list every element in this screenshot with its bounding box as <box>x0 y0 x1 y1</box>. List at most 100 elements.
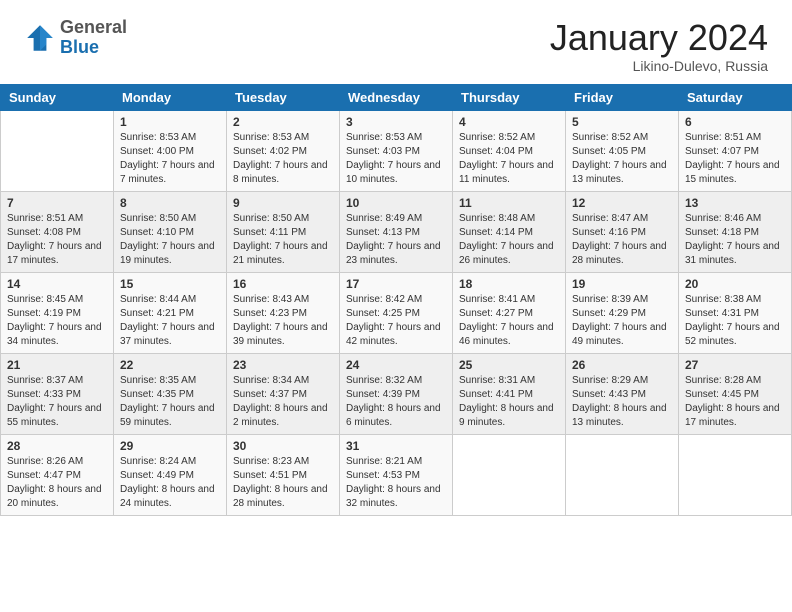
calendar-cell <box>566 434 679 515</box>
day-number: 6 <box>685 115 785 129</box>
day-info: Sunrise: 8:21 AMSunset: 4:53 PMDaylight:… <box>346 455 446 511</box>
calendar-cell: 4 Sunrise: 8:52 AMSunset: 4:04 PMDaylight… <box>453 110 566 191</box>
calendar-day-header: Saturday <box>679 84 792 110</box>
day-info: Sunrise: 8:23 AMSunset: 4:51 PMDaylight:… <box>233 455 333 511</box>
day-info: Sunrise: 8:52 AMSunset: 4:05 PMDaylight:… <box>572 131 672 187</box>
day-number: 11 <box>459 196 559 210</box>
day-info: Sunrise: 8:29 AMSunset: 4:43 PMDaylight:… <box>572 374 672 430</box>
day-number: 16 <box>233 277 333 291</box>
logo-general: General <box>60 18 127 38</box>
calendar-cell <box>1 110 114 191</box>
day-info: Sunrise: 8:45 AMSunset: 4:19 PMDaylight:… <box>7 293 107 349</box>
calendar-cell: 3Sunrise: 8:53 AMSunset: 4:03 PMDaylight… <box>340 110 453 191</box>
calendar-cell: 24 Sunrise: 8:32 AMSunset: 4:39 PMDayligh… <box>340 353 453 434</box>
calendar-week-row: 14 Sunrise: 8:45 AMSunset: 4:19 PMDayligh… <box>1 272 792 353</box>
day-number: 14 <box>7 277 107 291</box>
day-number: 5 <box>572 115 672 129</box>
calendar-cell: 9Sunrise: 8:50 AMSunset: 4:11 PMDaylight… <box>227 191 340 272</box>
day-number: 4 <box>459 115 559 129</box>
calendar-cell: 29 Sunrise: 8:24 AMSunset: 4:49 PMDayligh… <box>114 434 227 515</box>
day-number: 24 <box>346 358 446 372</box>
calendar-day-header: Tuesday <box>227 84 340 110</box>
calendar-cell: 20Sunrise: 8:38 AMSunset: 4:31 PMDayligh… <box>679 272 792 353</box>
day-info: Sunrise: 8:53 AMSunset: 4:03 PMDaylight:… <box>346 131 446 187</box>
calendar-day-header: Wednesday <box>340 84 453 110</box>
day-info: Sunrise: 8:35 AMSunset: 4:35 PMDaylight:… <box>120 374 220 430</box>
day-number: 12 <box>572 196 672 210</box>
day-number: 2 <box>233 115 333 129</box>
day-number: 29 <box>120 439 220 453</box>
calendar-week-row: 21 Sunrise: 8:37 AMSunset: 4:33 PMDayligh… <box>1 353 792 434</box>
day-info: Sunrise: 8:26 AMSunset: 4:47 PMDaylight:… <box>7 455 107 511</box>
logo: General Blue <box>24 18 127 58</box>
calendar-cell: 5 Sunrise: 8:52 AMSunset: 4:05 PMDaylight… <box>566 110 679 191</box>
day-number: 1 <box>120 115 220 129</box>
day-info: Sunrise: 8:32 AMSunset: 4:39 PMDaylight:… <box>346 374 446 430</box>
logo-text: General Blue <box>60 18 127 58</box>
calendar-cell: 19Sunrise: 8:39 AMSunset: 4:29 PMDayligh… <box>566 272 679 353</box>
day-info: Sunrise: 8:43 AMSunset: 4:23 PMDaylight:… <box>233 293 333 349</box>
page: General Blue January 2024 Likino-Dulevo,… <box>0 0 792 612</box>
day-number: 28 <box>7 439 107 453</box>
calendar-week-row: 28 Sunrise: 8:26 AMSunset: 4:47 PMDayligh… <box>1 434 792 515</box>
day-info: Sunrise: 8:31 AMSunset: 4:41 PMDaylight:… <box>459 374 559 430</box>
calendar-cell: 8Sunrise: 8:50 AMSunset: 4:10 PMDaylight… <box>114 191 227 272</box>
month-title: January 2024 <box>550 18 768 58</box>
calendar-cell <box>453 434 566 515</box>
day-info: Sunrise: 8:24 AMSunset: 4:49 PMDaylight:… <box>120 455 220 511</box>
day-info: Sunrise: 8:47 AMSunset: 4:16 PMDaylight:… <box>572 212 672 268</box>
day-info: Sunrise: 8:28 AMSunset: 4:45 PMDaylight:… <box>685 374 785 430</box>
logo-icon <box>24 22 56 54</box>
day-number: 22 <box>120 358 220 372</box>
calendar-day-header: Friday <box>566 84 679 110</box>
calendar-cell: 1 Sunrise: 8:53 AMSunset: 4:00 PMDaylight… <box>114 110 227 191</box>
day-number: 21 <box>7 358 107 372</box>
day-info: Sunrise: 8:41 AMSunset: 4:27 PMDaylight:… <box>459 293 559 349</box>
calendar-cell: 25 Sunrise: 8:31 AMSunset: 4:41 PMDayligh… <box>453 353 566 434</box>
day-info: Sunrise: 8:53 AMSunset: 4:00 PMDaylight:… <box>120 131 220 187</box>
calendar-cell: 13 Sunrise: 8:46 AMSunset: 4:18 PMDayligh… <box>679 191 792 272</box>
day-info: Sunrise: 8:51 AMSunset: 4:08 PMDaylight:… <box>7 212 107 268</box>
title-area: January 2024 Likino-Dulevo, Russia <box>550 18 768 74</box>
day-number: 13 <box>685 196 785 210</box>
day-number: 27 <box>685 358 785 372</box>
calendar-cell: 7Sunrise: 8:51 AMSunset: 4:08 PMDaylight… <box>1 191 114 272</box>
day-number: 10 <box>346 196 446 210</box>
header: General Blue January 2024 Likino-Dulevo,… <box>0 0 792 84</box>
day-info: Sunrise: 8:37 AMSunset: 4:33 PMDaylight:… <box>7 374 107 430</box>
calendar-cell <box>679 434 792 515</box>
day-info: Sunrise: 8:50 AMSunset: 4:10 PMDaylight:… <box>120 212 220 268</box>
calendar-week-row: 1 Sunrise: 8:53 AMSunset: 4:00 PMDaylight… <box>1 110 792 191</box>
calendar-cell: 27 Sunrise: 8:28 AMSunset: 4:45 PMDayligh… <box>679 353 792 434</box>
day-info: Sunrise: 8:46 AMSunset: 4:18 PMDaylight:… <box>685 212 785 268</box>
calendar-day-header: Monday <box>114 84 227 110</box>
day-number: 30 <box>233 439 333 453</box>
day-number: 23 <box>233 358 333 372</box>
calendar-cell: 12 Sunrise: 8:47 AMSunset: 4:16 PMDayligh… <box>566 191 679 272</box>
calendar-cell: 21 Sunrise: 8:37 AMSunset: 4:33 PMDayligh… <box>1 353 114 434</box>
day-info: Sunrise: 8:34 AMSunset: 4:37 PMDaylight:… <box>233 374 333 430</box>
logo-blue: Blue <box>60 38 127 58</box>
day-info: Sunrise: 8:53 AMSunset: 4:02 PMDaylight:… <box>233 131 333 187</box>
calendar-cell: 22 Sunrise: 8:35 AMSunset: 4:35 PMDayligh… <box>114 353 227 434</box>
day-info: Sunrise: 8:51 AMSunset: 4:07 PMDaylight:… <box>685 131 785 187</box>
day-number: 18 <box>459 277 559 291</box>
calendar-day-header: Thursday <box>453 84 566 110</box>
day-number: 17 <box>346 277 446 291</box>
day-number: 9 <box>233 196 333 210</box>
calendar-day-header: Sunday <box>1 84 114 110</box>
calendar-cell: 11Sunrise: 8:48 AMSunset: 4:14 PMDayligh… <box>453 191 566 272</box>
day-number: 15 <box>120 277 220 291</box>
day-info: Sunrise: 8:49 AMSunset: 4:13 PMDaylight:… <box>346 212 446 268</box>
calendar-cell: 6 Sunrise: 8:51 AMSunset: 4:07 PMDaylight… <box>679 110 792 191</box>
calendar-cell: 16 Sunrise: 8:43 AMSunset: 4:23 PMDayligh… <box>227 272 340 353</box>
day-info: Sunrise: 8:44 AMSunset: 4:21 PMDaylight:… <box>120 293 220 349</box>
day-info: Sunrise: 8:52 AMSunset: 4:04 PMDaylight:… <box>459 131 559 187</box>
calendar-header-row: SundayMondayTuesdayWednesdayThursdayFrid… <box>1 84 792 110</box>
location: Likino-Dulevo, Russia <box>550 58 768 74</box>
day-number: 25 <box>459 358 559 372</box>
day-number: 26 <box>572 358 672 372</box>
calendar-table: SundayMondayTuesdayWednesdayThursdayFrid… <box>0 84 792 516</box>
day-number: 31 <box>346 439 446 453</box>
calendar-cell: 17Sunrise: 8:42 AMSunset: 4:25 PMDayligh… <box>340 272 453 353</box>
